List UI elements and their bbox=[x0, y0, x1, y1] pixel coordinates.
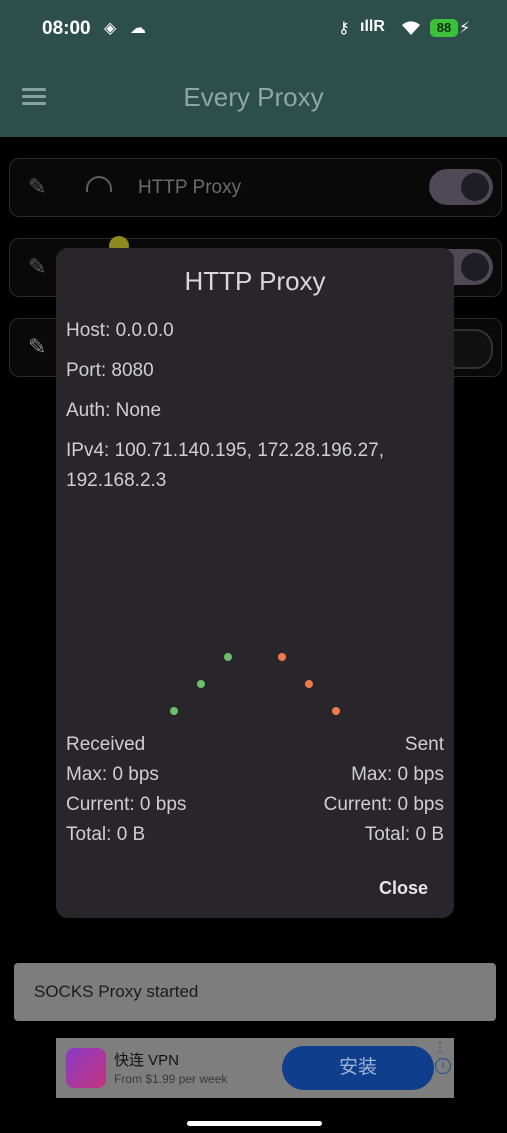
charging-icon: ⚡ bbox=[459, 20, 471, 37]
battery-indicator: 88 bbox=[430, 19, 458, 37]
edit-icon[interactable]: ✎ bbox=[28, 174, 46, 200]
host-text: Host: 0.0.0.0 bbox=[66, 320, 174, 341]
sent-total: Total: 0 B bbox=[364, 824, 444, 845]
received-dot bbox=[224, 653, 232, 661]
ad-subtitle: From $1.99 per week bbox=[114, 1072, 228, 1086]
auth-text: Auth: None bbox=[66, 400, 162, 421]
received-total: Total: 0 B bbox=[66, 824, 146, 845]
status-time: 08:00 bbox=[42, 18, 91, 39]
cloud-icon: ☁ bbox=[130, 20, 146, 37]
received-current: Current: 0 bps bbox=[66, 794, 187, 815]
ad-banner[interactable]: 快连 VPN From $1.99 per week 安装 ⋮ i bbox=[56, 1038, 454, 1098]
close-button[interactable]: Close bbox=[379, 878, 428, 899]
sent-max: Max: 0 bps bbox=[351, 764, 444, 785]
sent-dot bbox=[305, 680, 313, 688]
proxy-name: HTTP Proxy bbox=[138, 177, 242, 198]
ad-title: 快连 VPN bbox=[114, 1052, 180, 1069]
location-icon: ◈ bbox=[104, 20, 117, 37]
speedometer-icon bbox=[86, 176, 112, 192]
received-max: Max: 0 bps bbox=[66, 764, 159, 785]
proxy-toggle[interactable] bbox=[429, 169, 493, 205]
app-title: Every Proxy bbox=[183, 82, 324, 112]
proxy-card-http[interactable]: ✎ HTTP Proxy bbox=[9, 158, 502, 217]
received-label: Received bbox=[66, 734, 146, 755]
snackbar-text: SOCKS Proxy started bbox=[34, 982, 199, 1001]
status-bar: 08:00 ◈ ☁ ⚷ ıllR 88 ⚡ bbox=[0, 0, 507, 58]
sent-dot bbox=[278, 653, 286, 661]
received-dot bbox=[170, 707, 178, 715]
edit-icon[interactable]: ✎ bbox=[28, 334, 46, 360]
wifi-icon bbox=[400, 18, 422, 41]
signal-icon: ıllR bbox=[360, 18, 385, 35]
more-options-icon[interactable]: ⋮ bbox=[434, 1040, 446, 1054]
key-icon: ⚷ bbox=[338, 20, 350, 37]
edit-icon[interactable]: ✎ bbox=[28, 254, 46, 280]
home-indicator[interactable] bbox=[187, 1121, 322, 1126]
ad-app-logo[interactable] bbox=[66, 1048, 106, 1088]
received-dot bbox=[197, 680, 205, 688]
port-text: Port: 8080 bbox=[66, 360, 154, 381]
sent-label: Sent bbox=[404, 734, 444, 755]
sent-current: Current: 0 bps bbox=[323, 794, 444, 815]
sent-dot bbox=[332, 707, 340, 715]
snackbar: SOCKS Proxy started bbox=[14, 963, 496, 1021]
dialog-title: HTTP Proxy bbox=[184, 266, 326, 296]
info-icon[interactable]: i bbox=[435, 1058, 451, 1074]
proxy-info-dialog: HTTP Proxy Host: 0.0.0.0 Port: 8080 Auth… bbox=[56, 248, 454, 918]
ipv4-text: IPv4: 100.71.140.195, 172.28.196.27, 192… bbox=[66, 440, 384, 491]
ad-install-button[interactable]: 安装 bbox=[282, 1046, 434, 1090]
